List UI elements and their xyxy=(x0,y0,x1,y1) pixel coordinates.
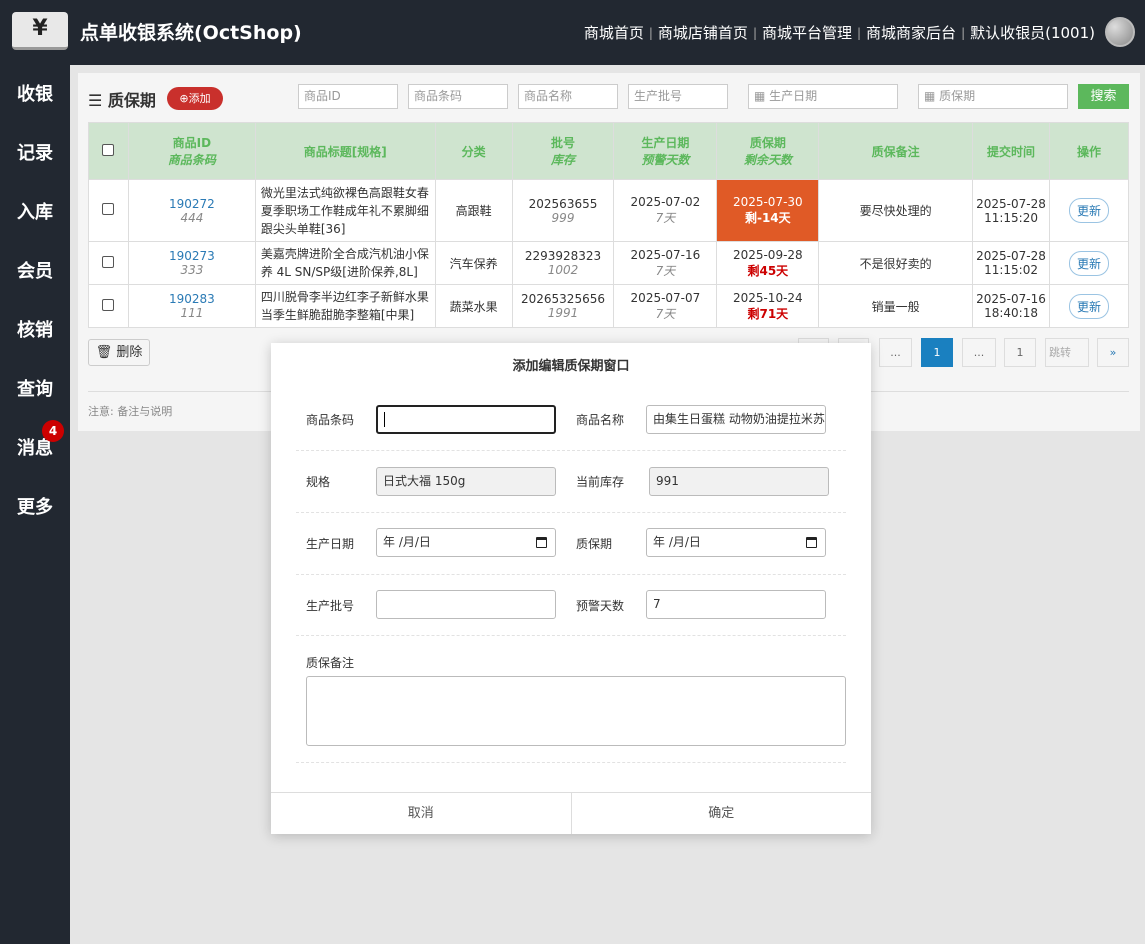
stock-field[interactable]: 991 xyxy=(649,467,829,496)
warranty-edit-dialog: 添加编辑质保期窗口 商品条码 商品名称 由集生日蛋糕 动物奶油提拉米苏 规格 日… xyxy=(271,343,871,834)
dialog-buttons: 取消 确定 xyxy=(271,792,871,834)
dialog-title: 添加编辑质保期窗口 xyxy=(512,359,630,374)
spec-label: 规格 xyxy=(306,475,331,489)
stock-label: 当前库存 xyxy=(576,475,625,489)
batch-number-label: 生产批号 xyxy=(306,599,355,613)
warranty-label: 质保期 xyxy=(576,537,613,551)
confirm-button[interactable]: 确定 xyxy=(570,793,872,834)
barcode-field[interactable] xyxy=(376,405,556,434)
calendar-icon[interactable] xyxy=(806,537,817,548)
row-divider xyxy=(296,512,846,513)
batch-number-field[interactable] xyxy=(376,590,556,619)
production-date-label: 生产日期 xyxy=(306,537,355,551)
product-name-label: 商品名称 xyxy=(576,413,625,427)
row-divider xyxy=(296,574,846,575)
row-divider xyxy=(296,450,846,451)
spec-field[interactable]: 日式大福 150g xyxy=(376,467,556,496)
warranty-date-value: 年 /月/日 xyxy=(653,535,701,549)
product-name-field[interactable]: 由集生日蛋糕 动物奶油提拉米苏 xyxy=(646,405,826,434)
remark-label: 质保备注 xyxy=(306,656,355,670)
warning-days-field[interactable]: 7 xyxy=(646,590,826,619)
production-date-field[interactable]: 年 /月/日 xyxy=(376,528,556,557)
row-divider xyxy=(296,635,846,636)
barcode-label: 商品条码 xyxy=(306,413,355,427)
text-caret xyxy=(384,412,385,427)
remark-textarea[interactable] xyxy=(306,676,846,746)
production-date-value: 年 /月/日 xyxy=(383,535,431,549)
warranty-date-field[interactable]: 年 /月/日 xyxy=(646,528,826,557)
row-divider xyxy=(296,762,846,763)
calendar-icon[interactable] xyxy=(536,537,547,548)
cancel-button[interactable]: 取消 xyxy=(271,793,571,834)
warning-days-label: 预警天数 xyxy=(576,599,625,613)
